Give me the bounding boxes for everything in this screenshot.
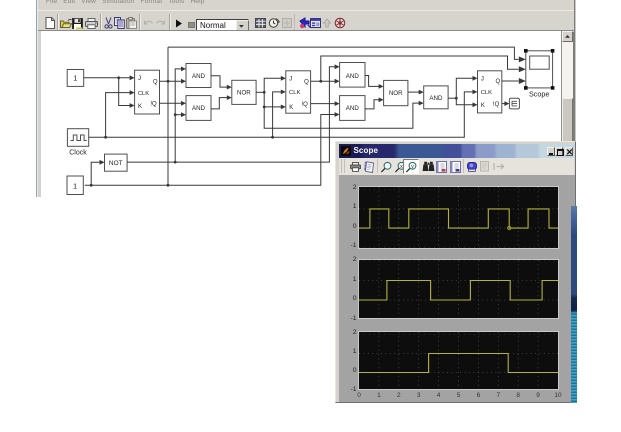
svg-text:NOR: NOR: [237, 90, 251, 97]
svg-text:!Q: !Q: [302, 102, 309, 108]
svg-text:1: 1: [73, 182, 77, 191]
svg-text:Q: Q: [304, 79, 309, 85]
svg-text:!Q: !Q: [493, 102, 500, 108]
svg-text:Clock: Clock: [69, 150, 87, 157]
svg-text:AND: AND: [192, 105, 206, 112]
svg-text:AND: AND: [429, 95, 443, 102]
svg-text:NOR: NOR: [389, 90, 403, 97]
svg-text:J: J: [289, 77, 292, 83]
svg-text:Scope: Scope: [529, 90, 549, 99]
svg-text:J: J: [481, 77, 484, 83]
svg-text:K: K: [289, 105, 293, 111]
svg-text:AND: AND: [346, 73, 360, 80]
svg-text:K: K: [138, 104, 142, 110]
svg-text:AND: AND: [192, 73, 206, 80]
svg-text:!Q: !Q: [150, 102, 157, 108]
svg-text:Q: Q: [153, 79, 158, 85]
svg-text:y: y: [411, 164, 414, 170]
svg-text:Q: Q: [495, 79, 500, 85]
svg-text:CLK: CLK: [481, 90, 492, 96]
svg-text:AND: AND: [346, 105, 360, 112]
svg-text:K: K: [481, 103, 485, 109]
svg-text:CLK: CLK: [289, 90, 300, 96]
svg-text:1: 1: [73, 73, 77, 82]
svg-text:NOT: NOT: [109, 160, 123, 167]
svg-text:J: J: [138, 76, 141, 82]
svg-text:CLK: CLK: [138, 91, 149, 97]
